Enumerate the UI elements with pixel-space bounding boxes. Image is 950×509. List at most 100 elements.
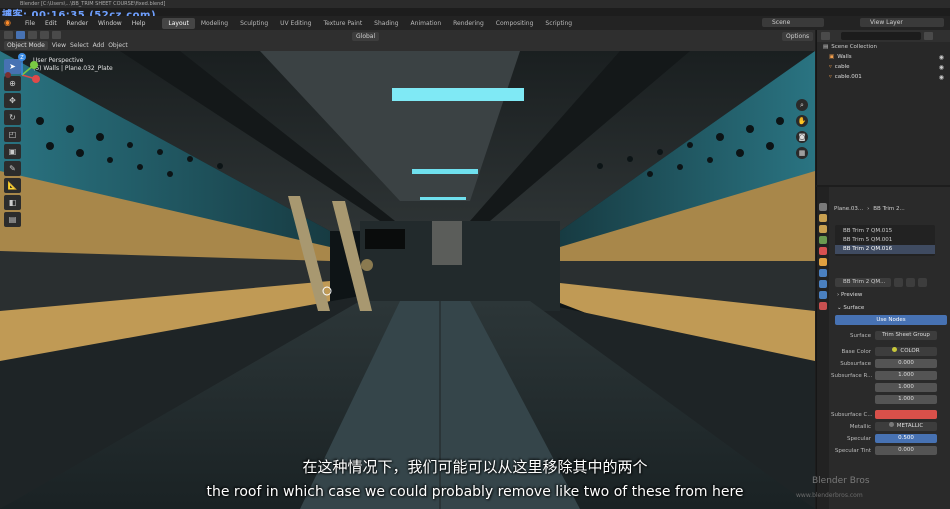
subsurface-radius-z[interactable]: 1.000	[875, 395, 937, 404]
output-tab-icon[interactable]	[819, 225, 827, 233]
base-color-field[interactable]: COLOR	[875, 347, 937, 356]
surface-shader-field[interactable]: Trim Sheet Group	[875, 331, 937, 340]
grid-icon[interactable]: ▦	[796, 147, 808, 159]
add-cube-tool-icon[interactable]: ◧	[4, 195, 21, 210]
select-box-icon[interactable]	[16, 31, 25, 39]
scene-selector[interactable]: Scene	[762, 18, 824, 27]
specular-field[interactable]: 0.500	[875, 434, 937, 443]
annotate-tool-icon[interactable]: ✎	[4, 161, 21, 176]
cylinder-tank	[432, 221, 462, 265]
display-mode-icon[interactable]	[821, 32, 830, 40]
visibility-eye-icon[interactable]: ◉	[939, 54, 944, 61]
transform-orientation-dropdown[interactable]: Global	[352, 32, 380, 41]
menu-render[interactable]: Render	[62, 20, 93, 27]
menu-view[interactable]: View	[52, 42, 66, 49]
view-layer-selector[interactable]: View Layer	[860, 18, 944, 27]
metallic-field[interactable]: METALLIC	[875, 422, 937, 431]
blender-logo-icon[interactable]: ◉	[4, 18, 16, 28]
scene-tab-icon[interactable]	[819, 236, 827, 244]
options-dropdown[interactable]: Options	[782, 32, 814, 41]
view-navigation: ⌕ ✋ ◙ ▦	[796, 99, 808, 159]
menu-add[interactable]: Add	[93, 42, 105, 49]
material-slot[interactable]: BB Trim 5 QM.001	[835, 236, 935, 245]
outliner-item-cable-001[interactable]: ▿ cable.001 ◉	[817, 72, 950, 82]
watermark-url: www.blenderbros.com	[796, 492, 863, 499]
duplicate-icon[interactable]	[906, 278, 915, 287]
modifier-tab-icon[interactable]	[819, 269, 827, 277]
visibility-eye-icon[interactable]: ◉	[939, 74, 944, 81]
outliner-panel: ▤ Scene Collection ▣ Walls ◉ ▿ cable ◉ ▿…	[816, 30, 950, 185]
surface-panel-header[interactable]: ⌄ Surface	[831, 303, 950, 313]
tool-tab-icon[interactable]	[819, 203, 827, 211]
particles-tab-icon[interactable]	[819, 280, 827, 288]
menu-file[interactable]: File	[20, 20, 40, 27]
specular-tint-field[interactable]: 0.000	[875, 446, 937, 455]
extra-tool-icon[interactable]: ▤	[4, 212, 21, 227]
tab-scripting[interactable]: Scripting	[539, 18, 578, 29]
subsurface-color-swatch[interactable]	[875, 410, 937, 419]
zoom-icon[interactable]: ⌕	[796, 99, 808, 111]
rotate-tool-icon[interactable]: ↻	[4, 110, 21, 125]
object-name: Plane.03...	[834, 206, 864, 212]
scene-collection-row[interactable]: ▤ Scene Collection	[817, 42, 950, 52]
unlink-icon[interactable]	[918, 278, 927, 287]
outliner-search[interactable]	[841, 32, 921, 40]
tab-texture-paint[interactable]: Texture Paint	[317, 18, 368, 29]
cursor-tool-icon[interactable]	[4, 31, 13, 39]
subsurface-radius-y[interactable]: 1.000	[875, 383, 937, 392]
outliner-item-label: cable	[834, 64, 850, 70]
object-mode-dropdown[interactable]: Object Mode	[4, 41, 48, 50]
tab-sculpting[interactable]: Sculpting	[234, 18, 274, 29]
tab-uv-editing[interactable]: UV Editing	[274, 18, 317, 29]
viewport-header: Global Options Object Mode View Select A…	[0, 30, 815, 51]
tab-rendering[interactable]: Rendering	[447, 18, 490, 29]
measure-tool-icon[interactable]: 📐	[4, 178, 21, 193]
subsurface-label: Subsurface	[840, 360, 871, 367]
select-extend-icon[interactable]	[28, 31, 37, 39]
outliner-item-cable[interactable]: ▿ cable ◉	[817, 62, 950, 72]
viewport-info: User Perspective (5) Walls | Plane.032_P…	[33, 57, 113, 73]
menu-edit[interactable]: Edit	[40, 20, 62, 27]
material-tab-icon[interactable]	[819, 302, 827, 310]
menu-select[interactable]: Select	[70, 42, 89, 49]
subsurface-color-row: Subsurface C...	[831, 409, 950, 420]
select-subtract-icon[interactable]	[40, 31, 49, 39]
outliner-item-walls[interactable]: ▣ Walls ◉	[817, 52, 950, 62]
pan-icon[interactable]: ✋	[796, 115, 808, 127]
filter-icon[interactable]	[924, 32, 933, 40]
visibility-eye-icon[interactable]: ◉	[939, 64, 944, 71]
subsurface-row: Subsurface 0.000	[831, 358, 950, 369]
tab-compositing[interactable]: Compositing	[490, 18, 540, 29]
scale-tool-icon[interactable]: ◰	[4, 127, 21, 142]
material-slot-list[interactable]: BB Trim 7 QM.015 BB Trim 5 QM.001 BB Tri…	[835, 225, 935, 256]
move-tool-icon[interactable]: ✥	[4, 93, 21, 108]
render-tab-icon[interactable]	[819, 214, 827, 222]
preview-panel-header[interactable]: › Preview	[831, 290, 950, 300]
tab-animation[interactable]: Animation	[405, 18, 448, 29]
material-slot[interactable]: BB Trim 2 QM.016	[835, 245, 935, 254]
world-tab-icon[interactable]	[819, 247, 827, 255]
tab-layout[interactable]: Layout	[162, 17, 195, 29]
3d-viewport[interactable]: User Perspective (5) Walls | Plane.032_P…	[0, 51, 815, 509]
material-slot[interactable]: BB Trim 7 QM.015	[835, 227, 935, 236]
subsurface-radius-x[interactable]: 1.000	[875, 371, 937, 380]
transform-tool-icon[interactable]: ▣	[4, 144, 21, 159]
subsurface-field[interactable]: 0.000	[875, 359, 937, 368]
menu-window[interactable]: Window	[93, 20, 127, 27]
menu-help[interactable]: Help	[127, 20, 151, 27]
camera-icon[interactable]: ◙	[796, 131, 808, 143]
physics-tab-icon[interactable]	[819, 291, 827, 299]
fake-user-icon[interactable]	[894, 278, 903, 287]
specular-label: Specular	[846, 435, 871, 442]
object-tab-icon[interactable]	[819, 258, 827, 266]
menu-object[interactable]: Object	[108, 42, 128, 49]
ceiling-light	[420, 197, 466, 200]
specular-tint-row: Specular Tint 0.000	[831, 445, 950, 456]
curve-icon: ▿	[829, 74, 832, 80]
tab-modeling[interactable]: Modeling	[195, 18, 234, 29]
select-invert-icon[interactable]	[52, 31, 61, 39]
use-nodes-button[interactable]: Use Nodes	[835, 315, 947, 325]
tab-shading[interactable]: Shading	[368, 18, 404, 29]
navigation-gizmo[interactable]: Z	[0, 51, 44, 95]
material-selector[interactable]: BB Trim 2 QM...	[835, 278, 891, 287]
